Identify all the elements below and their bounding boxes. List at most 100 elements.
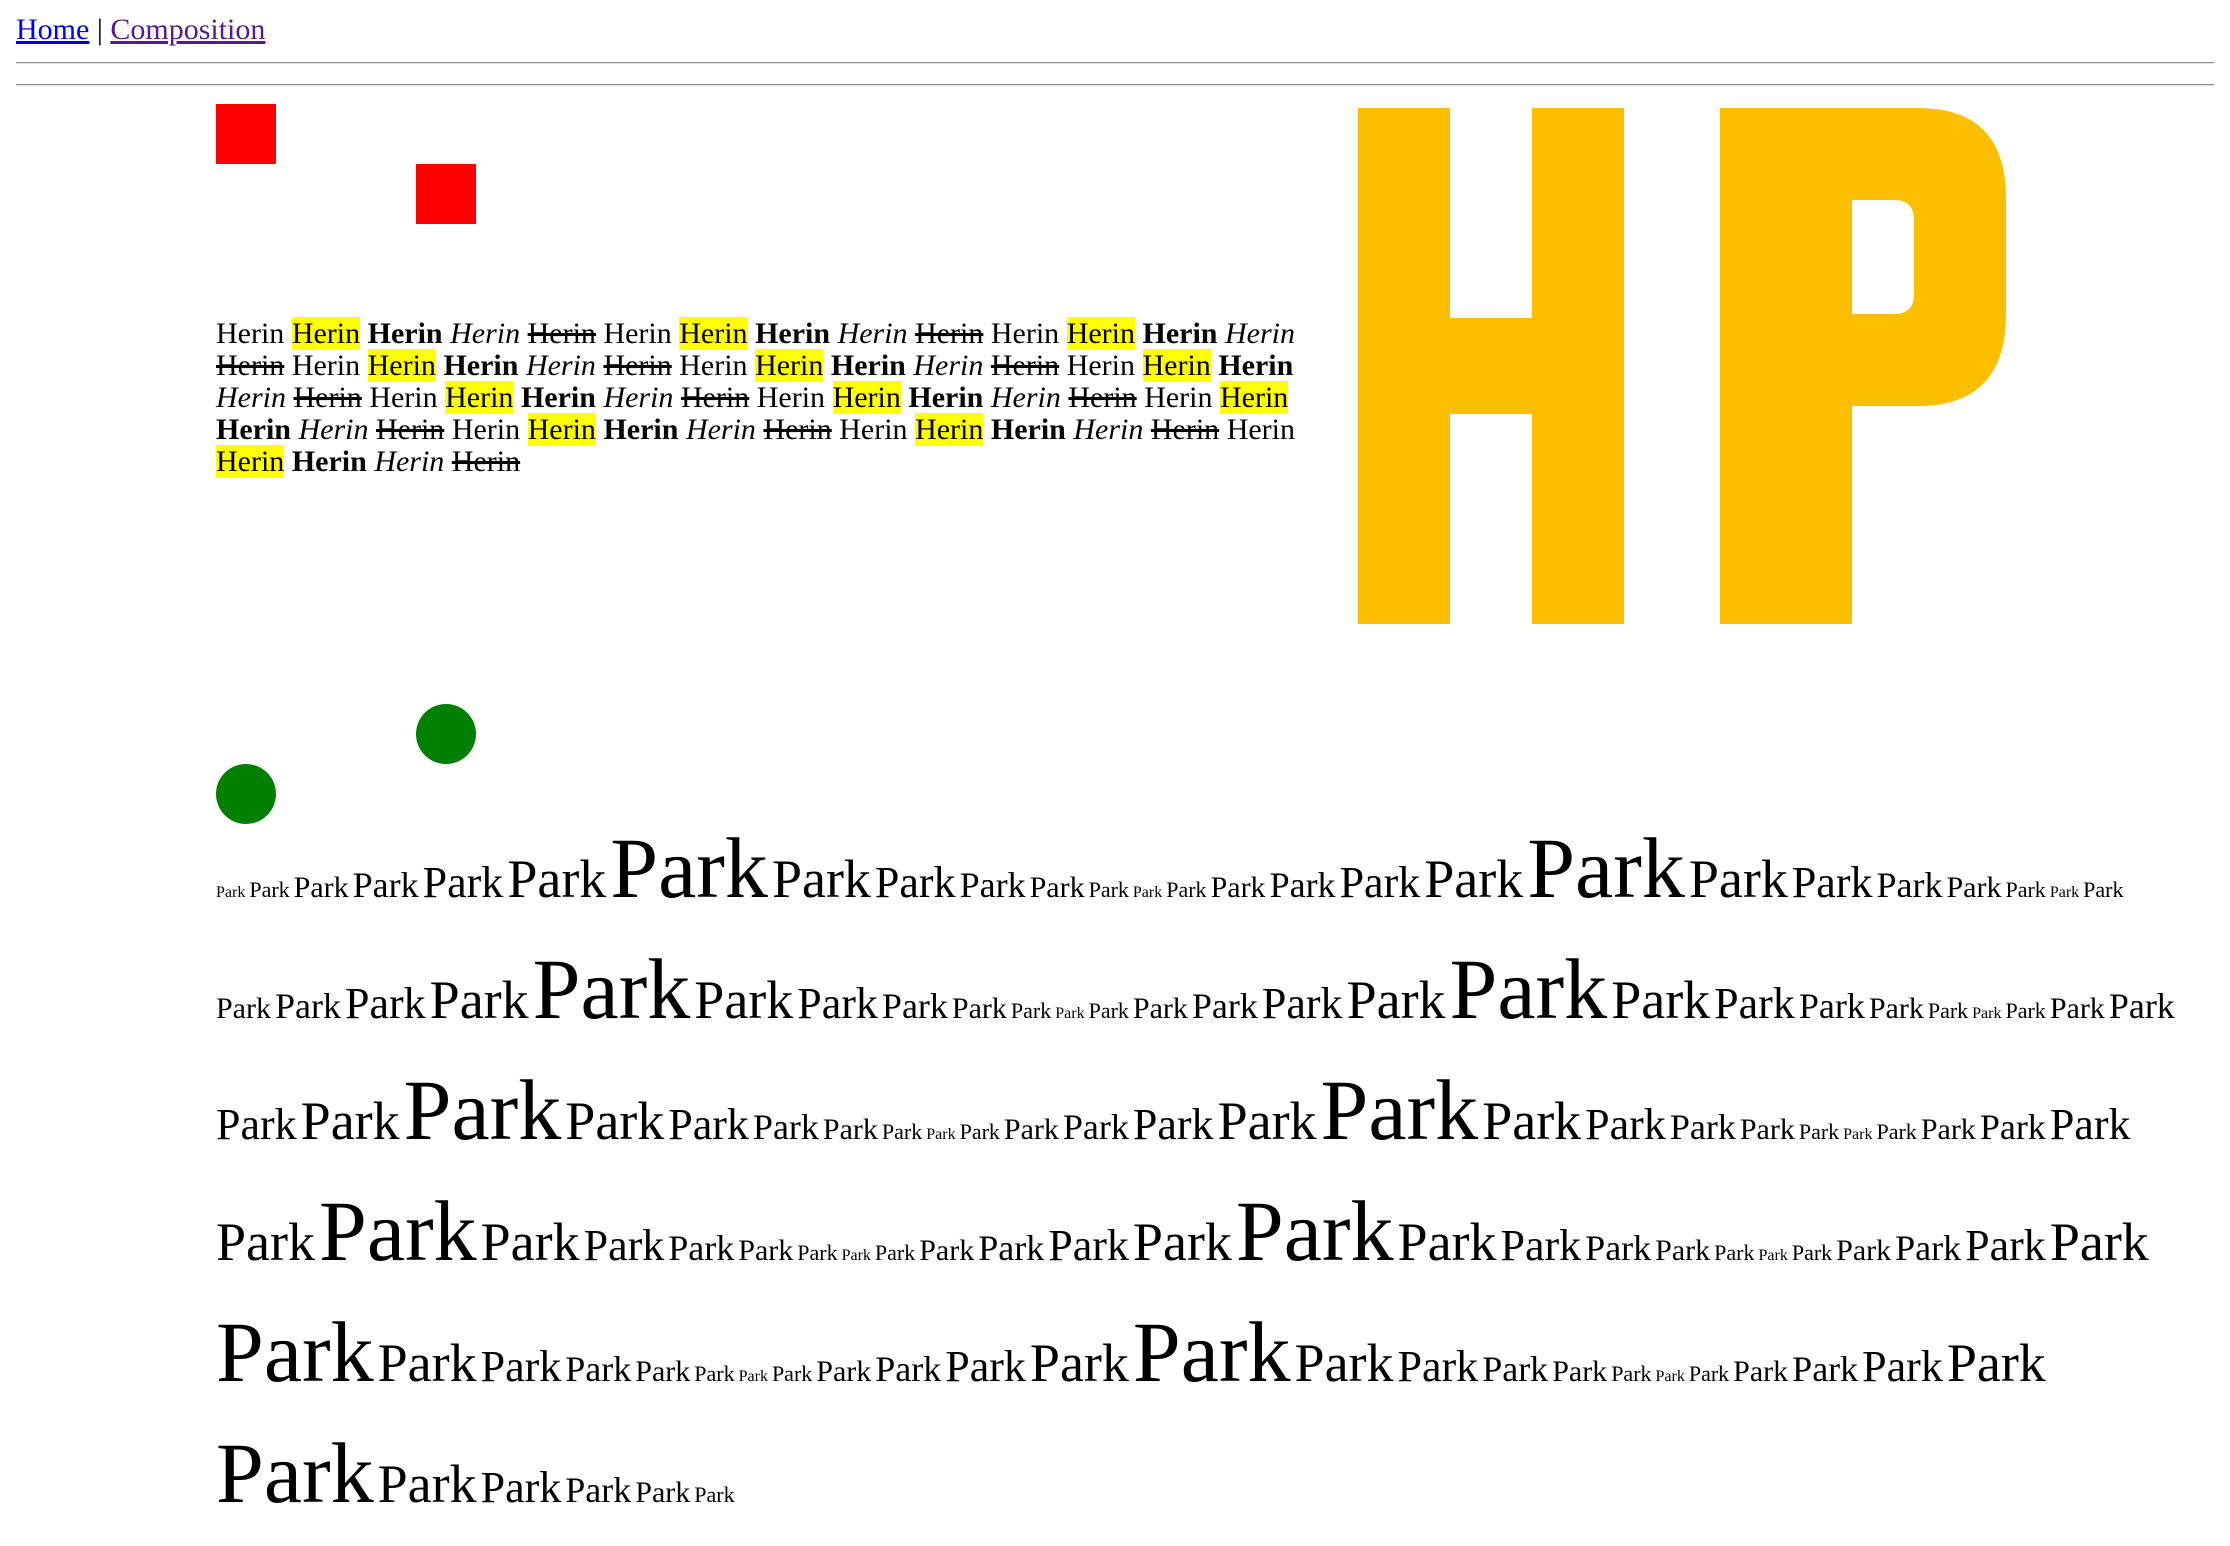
park-word: Park	[1397, 1212, 1497, 1272]
park-word: Park	[422, 858, 504, 907]
herin-word: Herin	[756, 381, 826, 414]
park-word: Park	[1003, 1113, 1059, 1146]
herin-word: Herin	[298, 413, 369, 446]
park-word: Park	[1895, 1228, 1962, 1268]
park-word: Park	[822, 1113, 878, 1146]
park-word: Park	[1965, 1221, 2046, 1270]
park-word: Park	[216, 1304, 374, 1400]
park-word: Park	[507, 849, 607, 909]
park-word: Park	[668, 1228, 735, 1268]
park-word: Park	[275, 986, 341, 1026]
park-word: Park	[1132, 1304, 1291, 1400]
park-word: Park	[1294, 1333, 1394, 1393]
herin-word: Herin	[915, 413, 984, 446]
park-word: Park	[1527, 820, 1685, 916]
park-word: Park	[1798, 1119, 1840, 1144]
park-word: Park	[216, 884, 246, 901]
herin-word: Herin	[1142, 317, 1218, 350]
park-word: Park	[1482, 1349, 1549, 1389]
herin-word: Herin	[376, 413, 445, 446]
herin-word: Herin	[755, 349, 824, 382]
herin-word: Herin	[837, 317, 908, 350]
park-word: Park	[480, 1463, 562, 1512]
park-word: Park	[1191, 986, 1258, 1026]
park-word: Park	[1843, 1126, 1873, 1143]
herin-word: Herin	[367, 317, 443, 350]
park-word: Park	[694, 970, 794, 1030]
park-word: Park	[377, 1333, 477, 1393]
park-word: Park	[2049, 884, 2080, 901]
park-word: Park	[1946, 1333, 2046, 1393]
top-nav: Home | Composition	[16, 8, 265, 52]
park-word: Park	[1217, 1091, 1317, 1151]
park-word: Park	[1876, 865, 1943, 905]
top-divider	[16, 62, 2214, 64]
park-word: Park	[1500, 1221, 1582, 1270]
park-word: Park	[1166, 877, 1207, 902]
park-word: Park	[738, 1368, 768, 1385]
herin-word: Herin	[603, 381, 674, 414]
composition-link[interactable]: Composition	[110, 13, 265, 46]
herin-word: Herin	[216, 445, 285, 478]
herin-word: Herin	[216, 349, 285, 382]
park-word: Park	[1714, 979, 1795, 1028]
park-word: Park	[2049, 992, 2105, 1025]
herin-word: Herin	[445, 381, 514, 414]
park-word: Park	[1868, 992, 1924, 1025]
park-word: Park	[480, 1342, 562, 1391]
herin-word: Herin	[525, 349, 596, 382]
park-word: Park	[816, 1355, 872, 1388]
herin-word: Herin	[1144, 381, 1213, 414]
herin-word: Herin	[915, 317, 984, 350]
hp-logo-letters	[1358, 108, 2006, 624]
park-word: Park	[565, 1470, 632, 1510]
park-word: Park	[1482, 1091, 1582, 1151]
herin-word: Herin	[451, 413, 521, 446]
park-word: Park	[1927, 998, 1969, 1023]
park-word: Park	[2005, 998, 2046, 1023]
park-word: Park	[216, 1212, 315, 1272]
park-word: Park	[881, 986, 948, 1026]
park-word: Park	[1132, 1212, 1232, 1272]
herin-word: Herin	[603, 317, 672, 350]
herin-word: Herin	[1226, 413, 1295, 446]
park-word: Park	[694, 1361, 735, 1386]
hp-logo: HP	[1358, 108, 2006, 624]
herin-word: Herin	[374, 445, 445, 478]
herin-word: Herin	[913, 349, 984, 382]
park-word: Park	[1655, 1368, 1685, 1385]
park-word: Park	[565, 1349, 632, 1389]
park-word: Park	[1714, 1240, 1755, 1265]
park-word: Park	[668, 1100, 749, 1149]
herin-word: Herin	[832, 381, 901, 414]
herin-word: Herin	[679, 349, 748, 382]
park-word: Park	[1920, 1113, 1976, 1146]
park-word: Park	[771, 1361, 813, 1386]
red-square-left	[216, 104, 276, 164]
park-word: Park	[841, 1247, 871, 1264]
park-word: Park	[1688, 1361, 1730, 1386]
park-word: Park	[216, 992, 271, 1025]
herin-word: Herin	[990, 317, 1060, 350]
park-word: Park	[1739, 1113, 1795, 1146]
park-word: Park	[1397, 1342, 1479, 1391]
herin-word: Herin	[216, 317, 285, 350]
green-circle-right	[416, 704, 476, 764]
herin-word: Herin	[830, 349, 906, 382]
green-circle-left	[216, 764, 276, 824]
park-word: Park	[216, 1100, 297, 1149]
park-word: Park	[1210, 871, 1266, 904]
park-text-block: Park Park Park Park Park Park Park Park …	[216, 820, 2176, 1546]
herin-word: Herin	[1225, 317, 1295, 350]
park-word: Park	[1655, 1234, 1711, 1267]
herin-word: Herin	[763, 413, 832, 446]
park-word: Park	[1862, 1342, 1943, 1391]
park-word: Park	[1048, 1221, 1129, 1270]
park-word: Park	[771, 849, 871, 909]
park-word: Park	[738, 1234, 794, 1267]
park-word: Park	[300, 1091, 400, 1151]
park-word: Park	[1946, 871, 2002, 904]
herin-word: Herin	[369, 381, 438, 414]
home-link[interactable]: Home	[16, 13, 89, 46]
park-word: Park	[1320, 1062, 1479, 1158]
